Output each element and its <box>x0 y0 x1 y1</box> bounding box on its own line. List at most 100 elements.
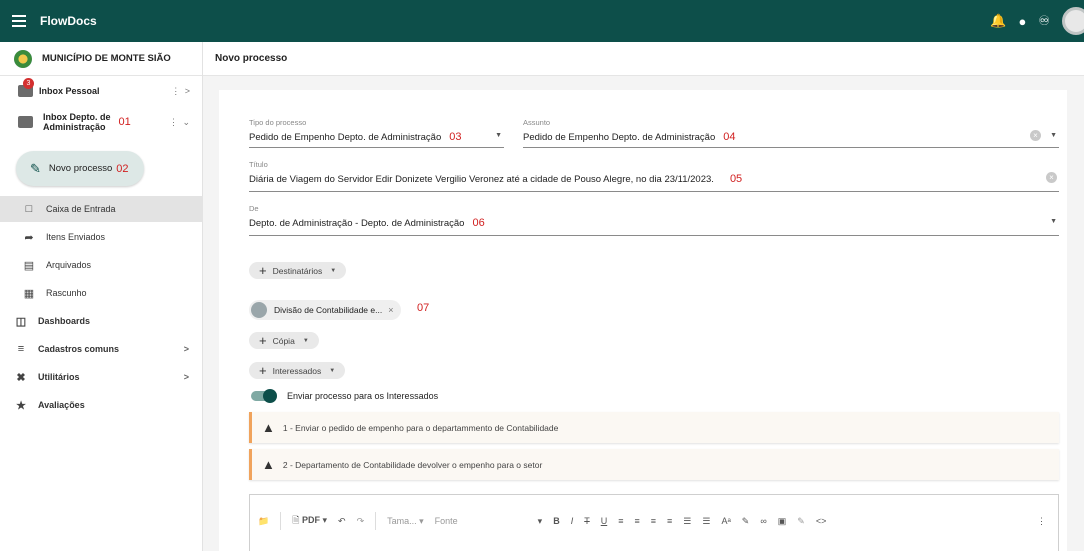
org-name: MUNICÍPIO DE MONTE SIÃO <box>42 53 171 64</box>
toggle-label: Enviar processo para os Interessados <box>287 391 439 401</box>
sidebar-item-rascunho[interactable]: ▦ Rascunho <box>0 280 203 306</box>
send-interessados-toggle[interactable]: Enviar processo para os Interessados <box>251 389 439 403</box>
code-icon[interactable]: <> <box>816 516 827 526</box>
strikethrough-icon[interactable]: T <box>584 516 590 526</box>
warning-icon: ▲ <box>262 457 275 472</box>
toggle-switch[interactable] <box>251 389 277 403</box>
app-title: FlowDocs <box>40 14 97 28</box>
sidebar-item-cadastros-comuns[interactable]: ≡ Cadastros comuns > <box>0 336 203 362</box>
field-value: Pedido de Empenho Depto. de Administraçã… <box>523 131 736 143</box>
annotation-06: 06 <box>472 217 485 229</box>
sidebar-item-label: Dashboards <box>38 316 91 326</box>
sidebar-item-label: Utilitários <box>38 372 80 382</box>
star-icon: ★ <box>16 399 26 412</box>
ordered-list-icon[interactable]: ☰ <box>683 516 691 527</box>
annotation-03: 03 <box>449 131 462 143</box>
new-process-button[interactable]: ✎ Novo processo 02 <box>16 151 144 186</box>
chevron-down-icon[interactable]: ▾ <box>538 516 543 527</box>
clear-icon[interactable]: × <box>1046 172 1057 183</box>
plus-icon: + <box>259 263 267 278</box>
editor-toolbar: 📁 🗎 PDF ▾ ↶ ↷ Tama... ▾ Fonte ▾ B I T U … <box>250 495 1058 547</box>
annotation-01: 01 <box>118 116 131 128</box>
sidebar-item-avaliacoes[interactable]: ★ Avaliações <box>0 392 203 418</box>
unread-badge: 3 <box>23 78 34 89</box>
align-left-icon[interactable]: ≡ <box>618 516 623 526</box>
inbox-pessoal[interactable]: 3 Inbox Pessoal ⋮ > <box>0 78 203 102</box>
sidebar-item-label: Rascunho <box>46 288 87 298</box>
interessados-button[interactable]: + Interessados ▼ <box>249 362 346 379</box>
assunto-select[interactable]: Assunto Pedido de Empenho Depto. de Admi… <box>523 118 1059 148</box>
pdf-export-button[interactable]: 🗎 PDF ▾ <box>292 513 327 529</box>
edit-icon: ✎ <box>30 160 41 176</box>
sidebar-item-label: Itens Enviados <box>46 232 106 242</box>
link-icon[interactable]: ∞ <box>760 516 766 526</box>
copia-button[interactable]: + Cópia ▼ <box>249 332 319 349</box>
warning-banner-2: ▲ 2 - Departamento de Contabilidade devo… <box>249 449 1059 480</box>
redo-icon[interactable]: ↷ <box>357 516 365 527</box>
undo-icon[interactable]: ↶ <box>338 516 346 527</box>
warning-banner-1: ▲ 1 - Enviar o pedido de empenho para o … <box>249 412 1059 443</box>
field-value: Diária de Viagem do Servidor Edir Donize… <box>249 173 743 185</box>
bold-icon[interactable]: B <box>553 516 560 526</box>
chevron-down-icon: ▼ <box>329 367 336 374</box>
page-title: Novo processo <box>215 53 288 64</box>
align-right-icon[interactable]: ≡ <box>651 516 656 526</box>
chevron-down-icon: ▼ <box>330 267 337 274</box>
font-size-select[interactable]: Tama... ▾ <box>387 516 424 527</box>
plus-icon: + <box>259 333 267 348</box>
inbox-depto-label-line2: Administração <box>43 122 106 132</box>
align-justify-icon[interactable]: ≡ <box>667 516 672 526</box>
group-avatar-icon <box>251 302 267 318</box>
close-icon[interactable]: × <box>388 305 393 315</box>
bell-icon[interactable]: 🔔 <box>990 13 1006 29</box>
chevron-right-icon: > <box>183 372 189 382</box>
sidebar-item-utilitarios[interactable]: ✖ Utilitários > <box>0 364 203 390</box>
dropdown-arrow-icon[interactable]: ▼ <box>1050 132 1057 139</box>
pill-label: Destinatários <box>272 265 323 276</box>
forward-icon: ➦ <box>24 231 34 244</box>
page-header: Novo processo <box>203 42 1084 76</box>
chevron-right-icon: > <box>183 344 189 354</box>
hamburger-menu-icon[interactable] <box>12 12 26 30</box>
tipo-processo-select[interactable]: Tipo do processo Pedido de Empenho Depto… <box>249 118 504 148</box>
field-label: Título <box>249 160 268 169</box>
destinatarios-button[interactable]: + Destinatários ▼ <box>249 262 347 279</box>
highlight-icon[interactable]: ✎ <box>742 516 750 527</box>
inbox-pessoal-actions[interactable]: ⋮ > <box>171 86 191 97</box>
dropdown-arrow-icon[interactable]: ▼ <box>1050 218 1057 225</box>
underline-icon[interactable]: U <box>601 516 608 526</box>
bullet-list-icon[interactable]: ☰ <box>702 516 710 527</box>
dashboard-icon: ◫ <box>15 315 27 328</box>
de-select[interactable]: De Depto. de Administração - Depto. de A… <box>249 204 1059 236</box>
dropdown-arrow-icon[interactable]: ▼ <box>495 132 502 139</box>
image-icon[interactable]: ▣ <box>778 516 787 527</box>
folder-open-icon[interactable]: 📁 <box>258 516 269 527</box>
annotation-05: 05 <box>729 173 743 185</box>
chevron-down-icon: ▼ <box>302 337 309 344</box>
field-label: Assunto <box>523 118 551 127</box>
rich-text-editor[interactable]: 📁 🗎 PDF ▾ ↶ ↷ Tama... ▾ Fonte ▾ B I T U … <box>249 494 1059 551</box>
inbox-pessoal-label: Inbox Pessoal <box>39 86 100 96</box>
process-form: Tipo do processo Pedido de Empenho Depto… <box>219 90 1067 551</box>
unlink-icon[interactable]: ✎ <box>797 516 805 527</box>
accessibility-icon[interactable]: ♾ <box>1038 13 1050 29</box>
account-icon[interactable]: ● <box>1018 14 1026 29</box>
avatar[interactable] <box>1062 7 1084 35</box>
recipient-chip[interactable]: Divisão de Contabilidade e... × <box>249 300 402 320</box>
italic-icon[interactable]: I <box>571 516 574 526</box>
sidebar-item-arquivados[interactable]: ▤ Arquivados <box>0 252 203 278</box>
inbox-depto[interactable]: Inbox Depto. de Administração 01 ⋮ ⌄ <box>0 108 203 136</box>
sidebar-item-itens-enviados[interactable]: ➦ Itens Enviados <box>0 224 203 250</box>
inbox-depto-actions[interactable]: ⋮ ⌄ <box>169 117 191 128</box>
more-vert-icon[interactable]: ⋮ <box>1037 516 1046 527</box>
archive-icon: ▤ <box>23 259 35 272</box>
align-center-icon[interactable]: ≡ <box>634 516 639 526</box>
font-color-icon[interactable]: Aᵃ <box>721 516 730 526</box>
inbox-icon: □ <box>25 203 33 215</box>
pdf-file-icon: 🗎 <box>292 515 300 525</box>
titulo-input[interactable]: Título Diária de Viagem do Servidor Edir… <box>249 160 1059 192</box>
sidebar-item-dashboards[interactable]: ◫ Dashboards <box>0 308 203 334</box>
font-family-select[interactable]: Fonte <box>435 516 458 526</box>
clear-icon[interactable]: × <box>1030 130 1041 141</box>
sidebar-item-caixa-entrada[interactable]: □ Caixa de Entrada <box>0 196 203 222</box>
